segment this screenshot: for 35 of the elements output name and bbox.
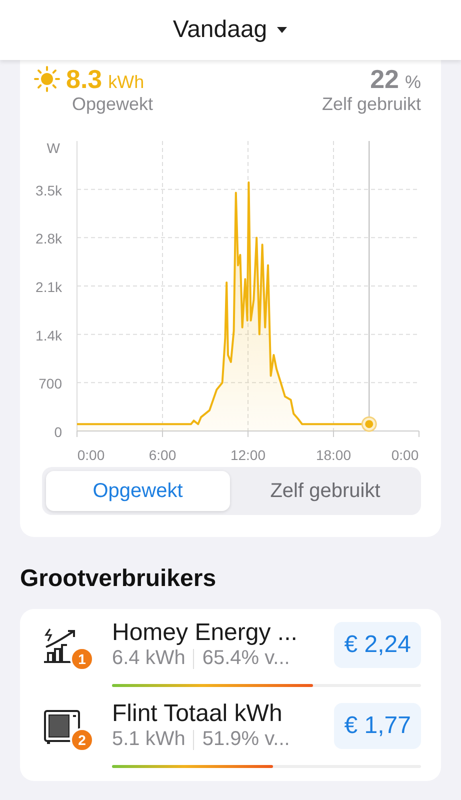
- segment-tab[interactable]: Opgewekt: [46, 471, 230, 511]
- y-tick-label: 700: [38, 376, 62, 392]
- produced-value: 8.3: [66, 64, 102, 95]
- share-value: 51.9% v...: [202, 728, 290, 751]
- produced-unit: kWh: [108, 72, 144, 93]
- sun-icon: [34, 66, 60, 92]
- x-tick-label: 12:00: [230, 447, 266, 463]
- y-tick-label: 1.4k: [36, 327, 62, 344]
- y-tick-label: 3.5k: [36, 182, 62, 198]
- current-point-marker: [361, 416, 377, 432]
- energy-value: 5.1 kWh: [112, 728, 186, 751]
- period-dropdown[interactable]: Vandaag: [172, 16, 288, 44]
- x-tick-label: 0:00: [77, 447, 105, 463]
- share-value: 65.4% v...: [202, 647, 290, 670]
- x-tick-label: 18:00: [316, 447, 352, 463]
- x-tick-label: 6:00: [148, 447, 176, 463]
- x-tick-label: 0:00: [391, 447, 419, 463]
- y-axis-unit: W: [46, 140, 60, 156]
- energy-value: 6.4 kWh: [112, 647, 186, 670]
- produced-label: Opgewekt: [72, 94, 154, 115]
- y-tick-label: 2.1k: [36, 279, 62, 295]
- section-title: Grootverbruikers: [20, 565, 218, 593]
- caret-icon: [276, 26, 288, 34]
- rank-badge: 1: [70, 646, 94, 670]
- segment-tab[interactable]: Zelf gebruikt: [234, 471, 417, 511]
- device-name: Flint Totaal kWh: [112, 700, 284, 728]
- self-use-value: 22: [370, 64, 399, 95]
- device-name: Homey Energy ...: [112, 619, 298, 647]
- y-tick-label: 2.8k: [36, 230, 62, 247]
- rank-badge: 2: [70, 728, 94, 752]
- y-tick-label: 0: [54, 424, 62, 440]
- self-use-unit: %: [404, 72, 421, 93]
- self-use-label: Zelf gebruikt: [322, 94, 421, 115]
- cost-badge: € 1,77: [334, 702, 421, 748]
- cost-badge: € 2,24: [334, 622, 421, 668]
